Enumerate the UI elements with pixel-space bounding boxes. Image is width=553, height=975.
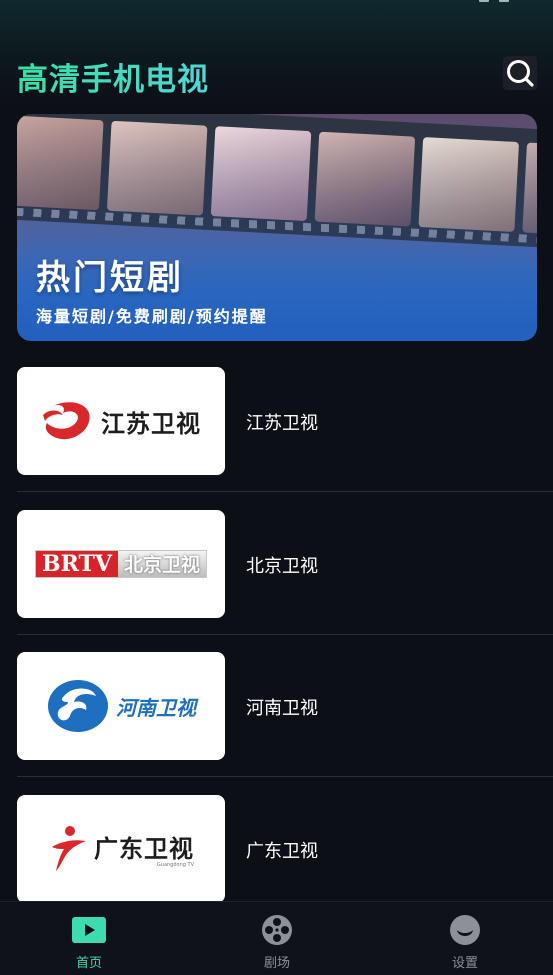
battery-icon — [499, 0, 509, 2]
brtv-logo: BRTV 北京卫视 — [35, 549, 207, 578]
channel-logo-guangdong: 广东卫视 Guangdong TV — [17, 794, 225, 903]
hot-drama-banner[interactable]: 热门短剧 海量短剧/免费刷剧/预约提醒 — [17, 114, 537, 341]
jiangsu-tv-logo-icon — [43, 402, 90, 440]
channel-name: 广东卫视 — [246, 840, 318, 862]
channel-item-jiangsu[interactable]: 江苏卫视 江苏卫视 — [0, 367, 553, 510]
banner-subtitle: 海量短剧/免费刷剧/预约提醒 — [36, 307, 268, 326]
tab-drama[interactable]: 剧场 — [207, 902, 347, 975]
channel-name: 河南卫视 — [246, 698, 318, 719]
status-bar — [0, 0, 553, 10]
banner-title: 热门短剧 — [36, 258, 184, 298]
search-button[interactable] — [503, 56, 537, 90]
tab-settings[interactable]: 设置 — [395, 902, 535, 975]
tab-home[interactable]: 首页 — [19, 902, 159, 975]
brtv-logo-text: BRTV — [36, 550, 118, 577]
channel-logo-henan: 河南卫视 — [17, 652, 225, 760]
tab-drama-label: 剧场 — [263, 956, 290, 971]
channel-logo-text: 北京卫视 — [117, 550, 206, 577]
signal-icon — [479, 0, 489, 2]
divider — [17, 491, 553, 492]
channel-list: 江苏卫视 江苏卫视 BRTV 北京卫视 北京卫视 河南卫视 河南卫视 广东卫视 … — [0, 367, 553, 937]
film-reel-icon — [260, 914, 294, 946]
smile-icon — [448, 914, 482, 946]
tab-home-label: 首页 — [75, 956, 102, 971]
app-title: 高清手机电视 — [17, 54, 209, 99]
play-icon — [72, 914, 106, 946]
divider — [17, 633, 553, 635]
status-icons — [479, 0, 509, 2]
channel-item-henan[interactable]: 河南卫视 河南卫视 — [0, 652, 553, 795]
guangdong-tv-logo-icon — [52, 825, 86, 871]
divider — [17, 776, 553, 777]
bottom-tab-bar: 首页 剧场 设置 — [0, 901, 553, 975]
channel-logo-subtext: Guangdong TV — [156, 862, 194, 868]
henan-tv-logo-icon — [48, 680, 108, 732]
app-header: 高清手机电视 — [0, 48, 553, 100]
channel-logo-jiangsu: 江苏卫视 — [17, 367, 225, 475]
channel-logo-text: 广东卫视 — [94, 835, 194, 863]
channel-name: 北京卫视 — [246, 555, 318, 577]
tab-settings-label: 设置 — [451, 956, 478, 971]
channel-logo-text: 江苏卫视 — [101, 409, 201, 438]
channel-name: 江苏卫视 — [246, 413, 318, 434]
search-icon — [507, 60, 534, 87]
channel-item-beijing[interactable]: BRTV 北京卫视 北京卫视 — [0, 509, 553, 653]
channel-logo-beijing: BRTV 北京卫视 — [17, 509, 225, 618]
channel-logo-text: 河南卫视 — [116, 695, 196, 720]
